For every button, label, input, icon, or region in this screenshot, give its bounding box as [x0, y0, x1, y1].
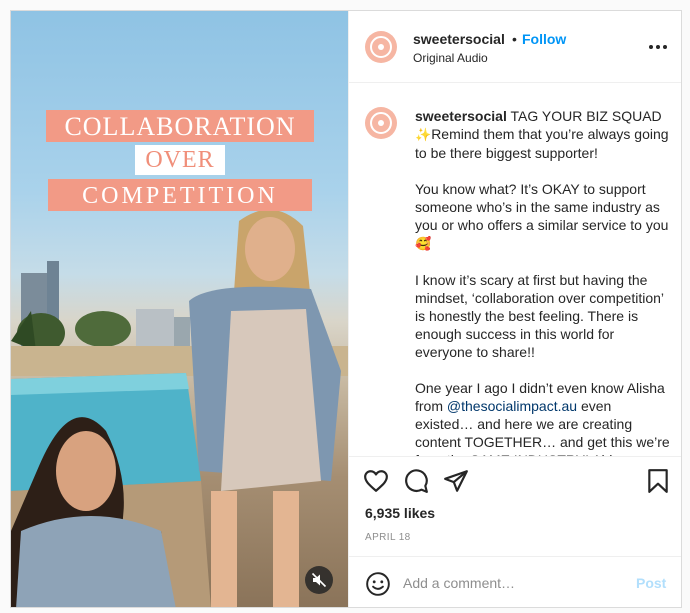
caption-line1: TAG YOUR BIZ SQUAD	[506, 108, 662, 124]
audio-label[interactable]: Original Audio	[413, 51, 488, 65]
action-bar	[349, 458, 681, 502]
caption-text: sweetersocial TAG YOUR BIZ SQUAD ✨Remind…	[415, 107, 673, 456]
smiley-icon[interactable]	[365, 571, 391, 597]
sound-off-icon	[311, 572, 327, 588]
comment-bar: Post	[349, 556, 681, 607]
post-video[interactable]: COLLABORATION OVER COMPETITION	[11, 11, 348, 607]
mute-button[interactable]	[305, 566, 333, 594]
more-options-icon[interactable]	[646, 37, 670, 57]
header-separator: •	[512, 31, 517, 47]
caption-paragraph-2: You know what? It’s OKAY to support some…	[415, 181, 669, 233]
video-frame-scene	[11, 209, 348, 607]
overlay-text-competition: COMPETITION	[48, 179, 312, 211]
caption-line1-rest: Remind them that you’re always going to …	[415, 126, 669, 161]
caption-paragraph-3: I know it’s scary at first but having th…	[415, 272, 664, 360]
overlay-text-collaboration: COLLABORATION	[46, 110, 314, 142]
instagram-post: COLLABORATION OVER COMPETITION sweeterso…	[10, 10, 682, 608]
post-date[interactable]: APRIL 18	[365, 532, 411, 543]
post-details-panel: sweetersocial • Follow Original Audio sw…	[348, 11, 681, 607]
mention-link[interactable]: @thesocialimpact.au	[447, 398, 577, 414]
follow-button[interactable]: Follow	[522, 31, 566, 47]
overlay-text-over: OVER	[135, 145, 225, 175]
caption-scroll-area[interactable]: sweetersocial TAG YOUR BIZ SQUAD ✨Remind…	[349, 83, 681, 457]
caption-username[interactable]: sweetersocial	[415, 108, 507, 124]
bookmark-icon[interactable]	[645, 468, 671, 494]
paper-plane-icon[interactable]	[443, 468, 469, 494]
smiling-face-hearts-icon: 🥰	[415, 236, 432, 251]
sparkles-icon: ✨	[415, 127, 432, 142]
heart-icon[interactable]	[363, 468, 389, 494]
avatar[interactable]	[365, 31, 397, 63]
post-header: sweetersocial • Follow Original Audio	[349, 11, 681, 83]
post-comment-button[interactable]: Post	[636, 575, 666, 591]
caption-avatar[interactable]	[365, 107, 397, 139]
likes-count[interactable]: 6,935 likes	[365, 505, 435, 521]
comment-input[interactable]	[403, 573, 623, 593]
comment-bubble-icon[interactable]	[403, 468, 429, 494]
header-username[interactable]: sweetersocial	[413, 31, 505, 47]
